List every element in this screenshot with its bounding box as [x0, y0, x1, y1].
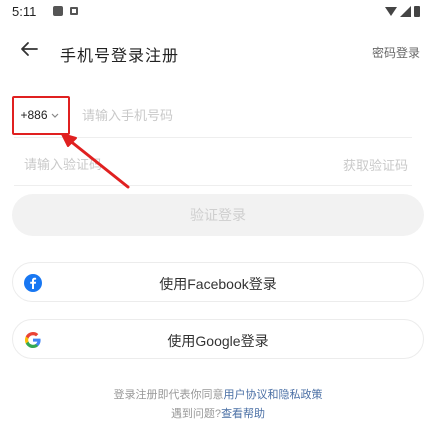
phone-row: +886: [12, 96, 412, 136]
chevron-down-icon: [51, 113, 58, 118]
wifi-icon: [385, 6, 397, 16]
status-indicators: [385, 3, 420, 19]
battery-icon: [414, 5, 420, 17]
verify-login-button[interactable]: 验证登录: [12, 194, 424, 236]
notification-icon: [53, 6, 63, 16]
notification-icon: [70, 7, 78, 15]
divider: [14, 185, 412, 186]
facebook-login-button[interactable]: 使用Facebook登录: [12, 262, 424, 302]
arrow-left-icon[interactable]: [18, 38, 40, 60]
divider: [14, 137, 412, 138]
country-code-selector[interactable]: +886: [12, 96, 68, 134]
app-bar: 手机号登录注册 密码登录: [0, 30, 436, 70]
agreement-text: 登录注册即代表你同意用户协议和隐私政策: [0, 386, 436, 402]
signal-icon: [400, 5, 411, 17]
view-help-link[interactable]: 查看帮助: [221, 408, 265, 420]
verification-code-input[interactable]: [24, 149, 284, 179]
page-title: 手机号登录注册: [60, 48, 180, 65]
status-time: 5:11: [12, 4, 37, 19]
phone-number-input[interactable]: [82, 100, 402, 130]
status-bar: 5:11: [0, 0, 436, 24]
facebook-login-label: 使用Facebook登录: [159, 276, 277, 292]
google-login-button[interactable]: 使用Google登录: [12, 319, 424, 359]
code-row: 获取验证码: [12, 144, 412, 184]
password-login-link[interactable]: 密码登录: [372, 44, 420, 61]
country-code-value: +886: [20, 108, 48, 122]
google-login-label: 使用Google登录: [167, 333, 269, 349]
user-agreement-link[interactable]: 用户协议和隐私政策: [224, 389, 323, 401]
help-text: 遇到问题?查看帮助: [0, 405, 436, 421]
help-prefix: 遇到问题?: [170, 408, 222, 420]
agreement-prefix: 登录注册即代表你同意: [113, 389, 224, 401]
get-code-button[interactable]: 获取验证码: [343, 155, 408, 174]
